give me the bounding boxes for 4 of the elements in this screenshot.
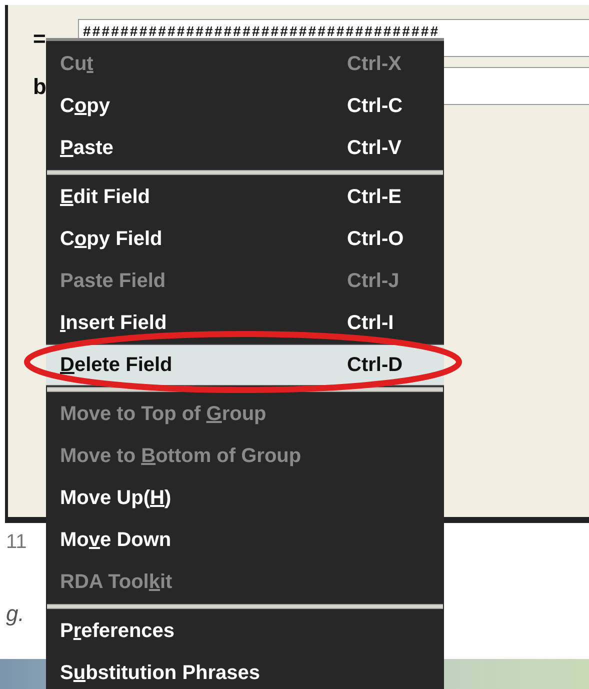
line-number: 11 [6, 530, 27, 555]
field-label: b [32, 72, 48, 100]
page-text: g. [6, 600, 24, 628]
field-label: = [32, 24, 47, 52]
